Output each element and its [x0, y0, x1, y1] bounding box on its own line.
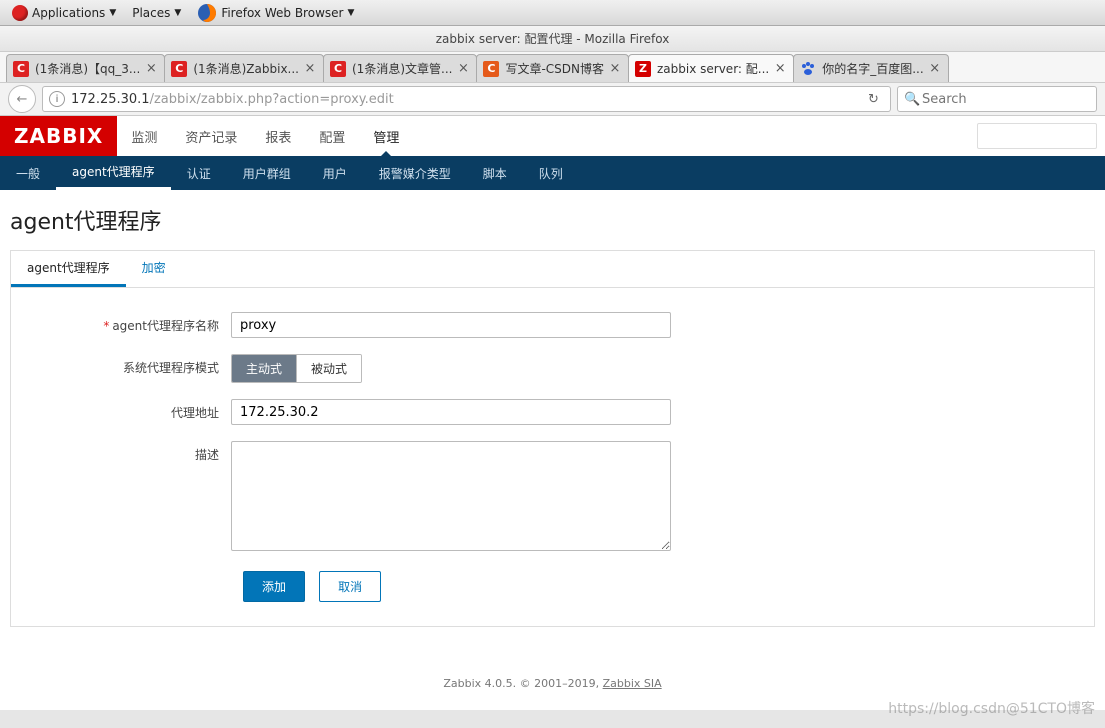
favicon: Z [635, 61, 651, 77]
input-proxy-address[interactable] [231, 399, 671, 425]
favicon: C [171, 61, 187, 77]
mainnav-item[interactable]: 配置 [305, 116, 359, 156]
footer-link[interactable]: Zabbix SIA [603, 677, 662, 690]
close-icon[interactable]: × [928, 61, 942, 76]
proxy-mode-segment: 主动式 被动式 [231, 354, 362, 383]
mainnav-item[interactable]: 资产记录 [171, 116, 251, 156]
form-actions: 添加 取消 [31, 571, 1074, 602]
places-label: Places [132, 6, 170, 20]
browser-tab[interactable]: C 写文章-CSDN博客 × [476, 54, 629, 82]
firefox-task[interactable]: Firefox Web Browser ▼ [189, 0, 362, 25]
close-icon[interactable]: × [303, 61, 317, 76]
mainnav-item[interactable]: 报表 [251, 116, 305, 156]
subnav-item[interactable]: 报警媒介类型 [363, 156, 467, 190]
firefox-icon [197, 3, 217, 23]
browser-tab[interactable]: C (1条消息)Zabbix... × [164, 54, 324, 82]
browser-tab[interactable]: C (1条消息)文章管... × [323, 54, 477, 82]
input-description[interactable] [231, 441, 671, 551]
label-proxy-address: 代理地址 [31, 399, 231, 421]
add-button[interactable]: 添加 [243, 571, 305, 602]
subnav-item[interactable]: 一般 [0, 156, 56, 190]
mainnav-item[interactable]: 监测 [117, 116, 171, 156]
favicon: C [483, 61, 499, 77]
address-bar[interactable]: i 172.25.30.1/zabbix/zabbix.php?action=p… [42, 86, 891, 112]
tab-label: (1条消息)文章管... [352, 60, 452, 77]
places-menu[interactable]: Places ▼ [124, 0, 189, 25]
tab-label: (1条消息)Zabbix... [193, 60, 299, 77]
tab-label: (1条消息)【qq_3... [35, 60, 140, 77]
label-proxy-name: *agent代理程序名称 [31, 312, 231, 334]
form-tabs: agent代理程序 加密 [11, 251, 1094, 288]
chevron-down-icon: ▼ [347, 8, 354, 18]
subnav-item[interactable]: 队列 [523, 156, 579, 190]
search-icon: 🔍 [904, 92, 918, 107]
tab-encryption[interactable]: 加密 [126, 251, 182, 287]
search-box[interactable]: 🔍 [897, 86, 1097, 112]
subnav-item[interactable]: 用户 [307, 156, 363, 190]
toolbar: ← i 172.25.30.1/zabbix/zabbix.php?action… [0, 82, 1105, 116]
subnav-item[interactable]: agent代理程序 [56, 156, 171, 190]
tab-label: 你的名字_百度图... [822, 60, 923, 77]
reload-icon[interactable]: ↻ [868, 92, 884, 107]
applications-menu[interactable]: Applications ▼ [4, 0, 124, 25]
window-title: zabbix server: 配置代理 - Mozilla Firefox [0, 26, 1105, 52]
url-host: 172.25.30.1 [71, 92, 150, 107]
gnome-top-panel: Applications ▼ Places ▼ Firefox Web Brow… [0, 0, 1105, 26]
close-icon[interactable]: × [608, 61, 622, 76]
zabbix-search-input[interactable] [977, 123, 1097, 149]
cancel-button[interactable]: 取消 [319, 571, 381, 602]
input-proxy-name[interactable] [231, 312, 671, 338]
browser-tab[interactable]: Zzabbix server: 配... × [628, 54, 794, 82]
tab-label: 写文章-CSDN博客 [505, 60, 604, 77]
baidu-icon [800, 61, 816, 77]
subnav-item[interactable]: 用户群组 [227, 156, 307, 190]
tab-proxy[interactable]: agent代理程序 [11, 251, 126, 287]
zabbix-topbar: ZABBIX 监测资产记录报表配置管理 [0, 116, 1105, 156]
firefox-task-label: Firefox Web Browser [221, 6, 343, 20]
zabbix-footer: Zabbix 4.0.5. © 2001–2019, Zabbix SIA [0, 657, 1105, 710]
page-body: agent代理程序 agent代理程序 加密 *agent代理程序名称 系统代理… [0, 190, 1105, 657]
url-path: /zabbix/zabbix.php?action=proxy.edit [150, 92, 394, 107]
redhat-icon [12, 5, 28, 21]
label-proxy-mode: 系统代理程序模式 [31, 354, 231, 376]
main-nav: 监测资产记录报表配置管理 [117, 116, 413, 156]
arrow-left-icon: ← [17, 92, 28, 107]
browser-tab[interactable]: 你的名字_百度图... × [793, 54, 948, 82]
footer-text: Zabbix 4.0.5. © 2001–2019, [443, 677, 602, 690]
page-title: agent代理程序 [10, 204, 1095, 236]
applications-label: Applications [32, 6, 105, 20]
form-body: *agent代理程序名称 系统代理程序模式 主动式 被动式 代 [11, 288, 1094, 626]
info-icon[interactable]: i [49, 91, 65, 107]
close-icon[interactable]: × [773, 61, 787, 76]
search-input[interactable] [922, 92, 1090, 107]
subnav-item[interactable]: 认证 [171, 156, 227, 190]
mainnav-item[interactable]: 管理 [359, 116, 413, 156]
favicon: C [330, 61, 346, 77]
tab-label: zabbix server: 配... [657, 60, 769, 77]
chevron-down-icon: ▼ [174, 8, 181, 18]
subnav-item[interactable]: 脚本 [467, 156, 523, 190]
browser-tab[interactable]: C (1条消息)【qq_3... × [6, 54, 165, 82]
back-button[interactable]: ← [8, 85, 36, 113]
favicon: C [13, 61, 29, 77]
zabbix-search[interactable] [977, 123, 1097, 149]
browser-chrome: C (1条消息)【qq_3... × C (1条消息)Zabbix... × C (1条消息)… [0, 52, 1105, 710]
close-icon[interactable]: × [144, 61, 158, 76]
label-description: 描述 [31, 441, 231, 463]
sub-nav: 一般agent代理程序认证用户群组用户报警媒介类型脚本队列 [0, 156, 1105, 190]
close-icon[interactable]: × [456, 61, 470, 76]
chevron-down-icon: ▼ [109, 8, 116, 18]
tab-strip: C (1条消息)【qq_3... × C (1条消息)Zabbix... × C (1条消息)… [0, 52, 1105, 82]
form-card: agent代理程序 加密 *agent代理程序名称 系统代理程序模式 主动式 被… [10, 250, 1095, 627]
zabbix-app: ZABBIX 监测资产记录报表配置管理 一般agent代理程序认证用户群组用户报… [0, 116, 1105, 710]
mode-passive-button[interactable]: 被动式 [296, 355, 361, 382]
zabbix-logo[interactable]: ZABBIX [0, 116, 117, 156]
mode-active-button[interactable]: 主动式 [232, 355, 296, 382]
